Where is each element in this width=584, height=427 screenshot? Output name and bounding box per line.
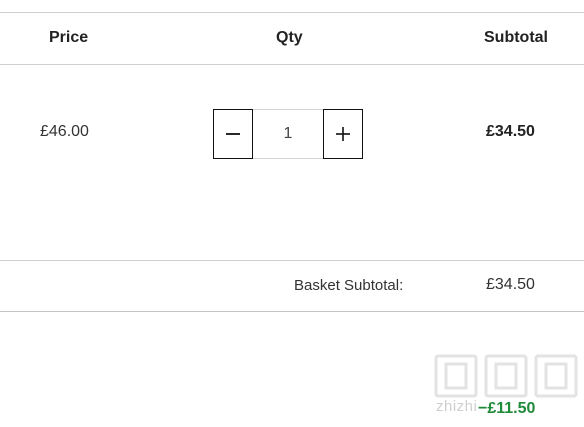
- divider: [0, 311, 584, 312]
- quantity-stepper: 1: [213, 109, 363, 159]
- subtotal-column-header: Subtotal: [484, 29, 548, 46]
- item-subtotal: £34.50: [486, 123, 535, 140]
- basket-page: Price Qty Subtotal £46.00 1 £34.50 Baske…: [0, 0, 584, 427]
- watermark-text: zhizhi: [436, 398, 478, 415]
- qty-column-header: Qty: [276, 29, 303, 46]
- minus-icon: [226, 133, 240, 135]
- divider: [0, 64, 584, 65]
- price-column-header: Price: [49, 29, 89, 46]
- basket-subtotal-label: Basket Subtotal:: [294, 277, 404, 294]
- decrease-quantity-button[interactable]: [213, 109, 253, 159]
- quantity-input[interactable]: 1: [253, 109, 323, 159]
- divider: [0, 260, 584, 261]
- basket-subtotal-value: £34.50: [486, 276, 535, 293]
- increase-quantity-button[interactable]: [323, 109, 363, 159]
- plus-icon: [336, 127, 350, 141]
- item-price: £46.00: [40, 123, 89, 140]
- divider: [0, 12, 584, 13]
- discount-value: −£11.50: [478, 400, 536, 417]
